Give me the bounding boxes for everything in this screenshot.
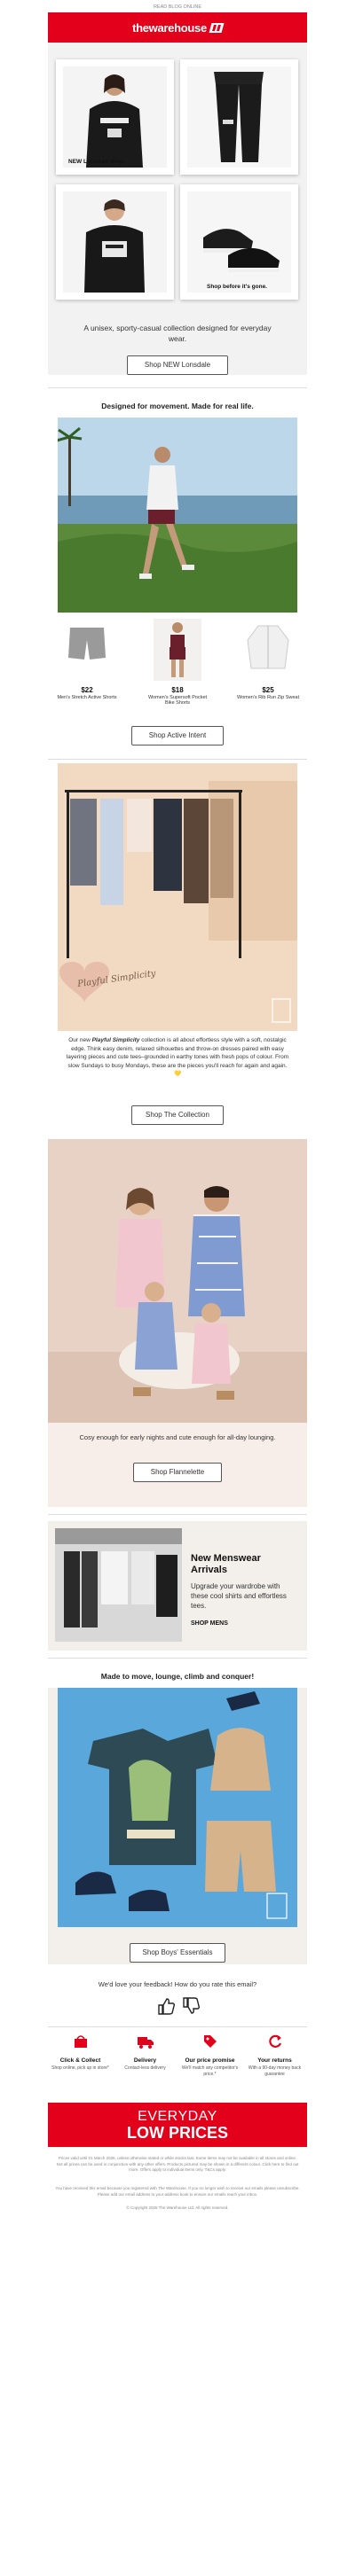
divider <box>48 1514 307 1515</box>
divider <box>48 1658 307 1659</box>
active-lifestyle-photo[interactable] <box>58 418 297 613</box>
feature-delivery[interactable]: Delivery Contact-less delivery <box>113 2033 178 2072</box>
delivery-truck-icon <box>137 2037 154 2049</box>
footer-copyright: © Copyright 2026 The Warehouse Ltd. All … <box>126 2205 229 2210</box>
shop-mens-link[interactable]: SHOP MENS <box>191 1620 228 1627</box>
playful-body: Our new Playful Simplicity collection is… <box>66 1037 289 1077</box>
divider <box>48 387 307 388</box>
product-zip-sweat-photo[interactable] <box>244 621 292 674</box>
product-name[interactable]: Women's Supersoft Pocket Bike Shorts <box>144 695 211 706</box>
product-mens-shorts-photo[interactable] <box>63 621 111 668</box>
feature-title: Delivery <box>133 2057 157 2064</box>
boys-heading: Made to move, lounge, climb and conquer! <box>100 1672 255 1681</box>
hero-caption-right: Shop before it's gone. <box>207 284 267 290</box>
hero-photo-sweatshirt[interactable] <box>56 184 174 300</box>
feature-sub: Contact-less delivery <box>124 2065 166 2071</box>
returns-icon <box>268 2034 281 2048</box>
divider <box>48 759 307 760</box>
boys-flatlay-photo[interactable] <box>58 1688 297 1927</box>
feature-price-promise[interactable]: Our price promise We'll match any compet… <box>178 2033 242 2078</box>
shop-active-intent-button[interactable]: Shop Active Intent <box>131 726 224 745</box>
feedback-question: We'd love your feedback! How do you rate… <box>98 1980 257 1988</box>
product-name[interactable]: Men's Stretch Active Shorts <box>53 695 121 700</box>
divider <box>48 2026 307 2027</box>
product-name[interactable]: Women's Rib Run Zip Sweat <box>234 695 302 700</box>
flannel-family-photo[interactable] <box>48 1139 307 1423</box>
banner-line1: EVERYDAY <box>138 2109 217 2124</box>
hero-tagline: A unisex, sporty-casual collection desig… <box>83 324 272 343</box>
logo-mark-icon <box>209 22 225 33</box>
active-heading: Designed for movement. Made for real lif… <box>101 402 254 410</box>
price-tag-icon <box>203 2035 217 2048</box>
thumbs-down-icon[interactable] <box>181 1996 201 2016</box>
footer-terms: Prices valid until 01 March 2026, unless… <box>56 2156 299 2172</box>
footer-unsubscribe: You have received this email because you… <box>55 2186 300 2197</box>
brand-logo[interactable]: thewarehouse <box>48 12 307 43</box>
menswear-title: New Menswear Arrivals <box>191 1553 261 1575</box>
flannel-tagline: Cosy enough for early nights and cute en… <box>79 1433 276 1441</box>
menswear-body: Upgrade your wardrobe with these cool sh… <box>191 1582 287 1610</box>
header-bar: thewarehouse <box>48 12 307 43</box>
feature-sub: We'll match any competitor's price.* <box>181 2065 239 2077</box>
menswear-photo[interactable] <box>55 1528 182 1642</box>
banner-line2: LOW PRICES <box>126 2124 228 2142</box>
feature-title: Click & Collect <box>59 2057 101 2064</box>
shop-flannelette-button[interactable]: Shop Flannelette <box>133 1463 222 1482</box>
product-price: $22 <box>81 686 93 694</box>
hero-photo-hoodie[interactable]: NEW Lonsdale drop. <box>56 59 174 175</box>
feature-click-collect[interactable]: Click & Collect Shop online, pick up in … <box>48 2033 113 2072</box>
shop-collection-button[interactable]: Shop The Collection <box>131 1105 224 1125</box>
feature-sub: With a 90-day money back guarantee <box>248 2065 302 2077</box>
shop-boys-button[interactable]: Shop Boys' Essentials <box>130 1943 225 1963</box>
feature-returns[interactable]: Your returns With a 90-day money back gu… <box>242 2033 307 2078</box>
feature-title: Your returns <box>257 2057 292 2064</box>
feature-sub: Shop online, pick up in store* <box>51 2065 109 2071</box>
hero-photo-trackpants[interactable] <box>180 59 298 175</box>
preheader-link[interactable]: READ BLOG ONLINE <box>0 4 355 10</box>
hero-photo-sneakers[interactable]: Shop before it's gone. <box>180 184 298 300</box>
product-bike-shorts-photo[interactable] <box>154 619 201 681</box>
shop-lonsdale-button[interactable]: Shop NEW Lonsdale <box>127 355 228 375</box>
feature-title: Our price promise <box>185 2057 235 2064</box>
click-collect-icon <box>74 2035 87 2048</box>
product-price: $25 <box>262 686 274 694</box>
playful-collection-photo[interactable]: Playful Simplicity <box>58 763 297 1031</box>
hero-caption-left: NEW Lonsdale drop. <box>68 159 125 165</box>
product-price: $18 <box>171 686 184 694</box>
thumbs-up-icon[interactable] <box>156 1996 176 2016</box>
everyday-low-prices-banner[interactable]: EVERYDAY LOW PRICES <box>48 2103 307 2147</box>
logo-text: thewarehouse <box>132 20 207 35</box>
